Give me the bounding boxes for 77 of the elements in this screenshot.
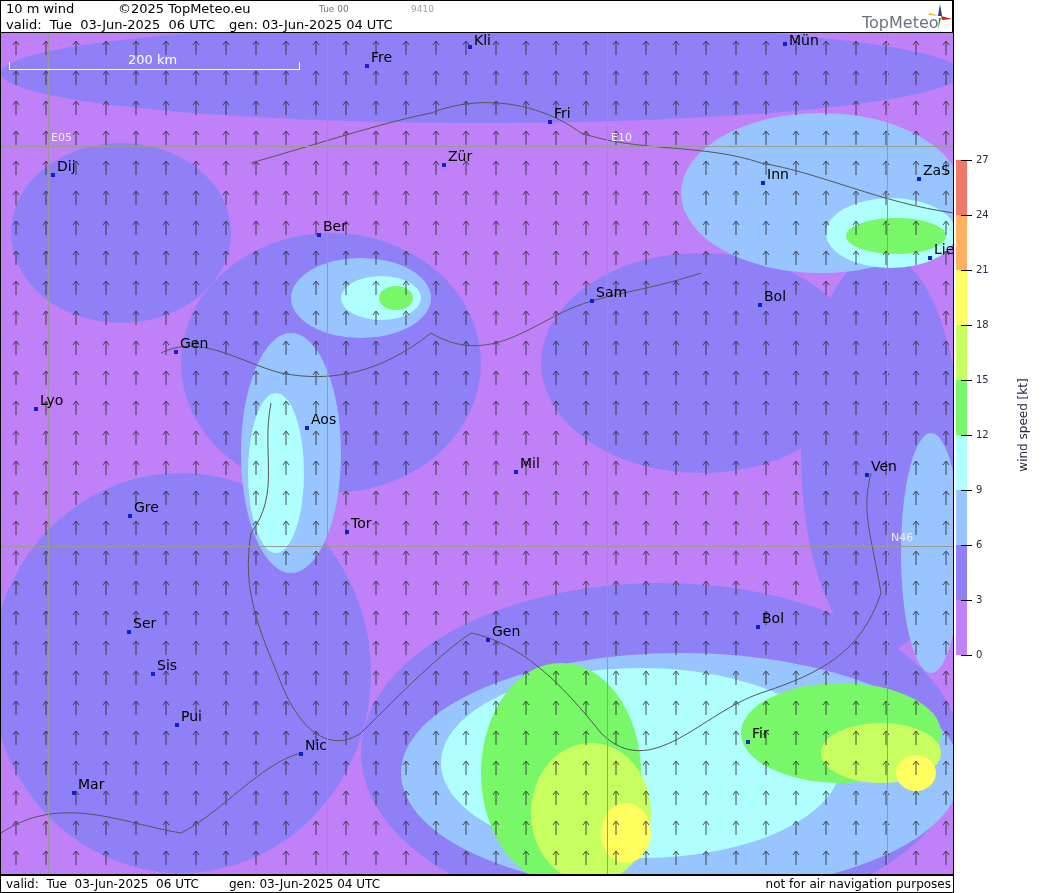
grid-label: E05 (51, 132, 72, 144)
city-label: Dij (57, 159, 76, 174)
city-marker (72, 791, 76, 795)
city-marker (345, 530, 349, 534)
city-label: Nic (305, 738, 328, 753)
city-label: Mün (789, 33, 819, 48)
city-label: Lyo (40, 393, 64, 408)
city-marker (865, 473, 869, 477)
city-marker (756, 625, 760, 629)
city-label: Gen (180, 336, 209, 351)
city-marker (51, 173, 55, 177)
city-marker (34, 407, 38, 411)
city-marker (127, 630, 131, 634)
city-marker (151, 672, 155, 676)
city-marker (590, 299, 594, 303)
generated-time-text: gen: 03-Jun-2025 04 UTC (229, 877, 381, 891)
city-label: Ser (133, 616, 157, 631)
map-title: 10 m wind (6, 1, 75, 17)
disclaimer-text: not for air navigation purposes (765, 877, 951, 891)
city-marker (128, 514, 132, 518)
city-label: ZaS (923, 163, 951, 178)
city-marker (468, 45, 472, 49)
city-label: Fre (371, 50, 393, 65)
scale-label: 200 km (128, 52, 178, 67)
legend-tick-label: 3 (976, 594, 983, 606)
city-marker (486, 638, 490, 642)
code-label: 9410 (411, 4, 434, 15)
city-label: Tor (351, 516, 372, 531)
city-label: Sis (157, 658, 178, 673)
run-label: Tue 00 (319, 4, 349, 15)
city-label: Mil (520, 456, 540, 471)
valid-time-text: valid: Tue 03-Jun-2025 06 UTC (6, 877, 199, 891)
city-marker (783, 42, 787, 46)
city-marker (305, 426, 309, 430)
city-label: Ven (871, 459, 897, 474)
legend-tick-label: 27 (976, 154, 989, 166)
legend-tick-label: 6 (976, 539, 983, 551)
city-label: Pui (181, 709, 202, 724)
legend-tick-label: 12 (976, 429, 989, 441)
city-marker (442, 163, 446, 167)
city-label: Lie (934, 242, 953, 257)
city-label: Mar (78, 777, 105, 792)
city-marker (917, 177, 921, 181)
generated-time-text: gen: 03-Jun-2025 04 UTC (229, 17, 393, 33)
legend-tick-label: 9 (976, 484, 983, 496)
legend-title: wind speed [kt] (1016, 377, 1030, 474)
city-label: Aos (311, 412, 337, 427)
valid-time-text: valid: Tue 03-Jun-2025 06 UTC (6, 17, 215, 33)
legend-tick-label: 0 (976, 649, 983, 661)
city-label: Sam (596, 285, 628, 300)
city-label: Fri (554, 106, 571, 121)
city-label: Inn (767, 167, 789, 182)
city-marker (758, 303, 762, 307)
legend-tick-label: 18 (976, 319, 989, 331)
city-marker (365, 64, 369, 68)
city-marker (514, 470, 518, 474)
city-label: Bol (764, 289, 787, 304)
legend-tick-label: 24 (976, 209, 989, 221)
legend-tick-label: 15 (976, 374, 989, 386)
city-label: Bol (762, 611, 785, 626)
city-marker (761, 181, 765, 185)
copyright-text: ©2025 TopMeteo.eu (118, 1, 251, 17)
city-label: Gen (492, 624, 521, 639)
city-marker (175, 723, 179, 727)
legend-tick-label: 21 (976, 264, 989, 276)
city-label: Zür (448, 149, 473, 164)
city-marker (299, 752, 303, 756)
city-marker (928, 256, 932, 260)
city-marker (746, 740, 750, 744)
city-marker (317, 233, 321, 237)
city-label: Gre (134, 500, 159, 515)
city-marker (548, 120, 552, 124)
city-label: Fir (752, 726, 769, 741)
city-label: Kli (474, 33, 491, 48)
logo-text: TopMeteo (862, 14, 939, 32)
city-label: Ber (323, 219, 347, 234)
city-marker (174, 350, 178, 354)
